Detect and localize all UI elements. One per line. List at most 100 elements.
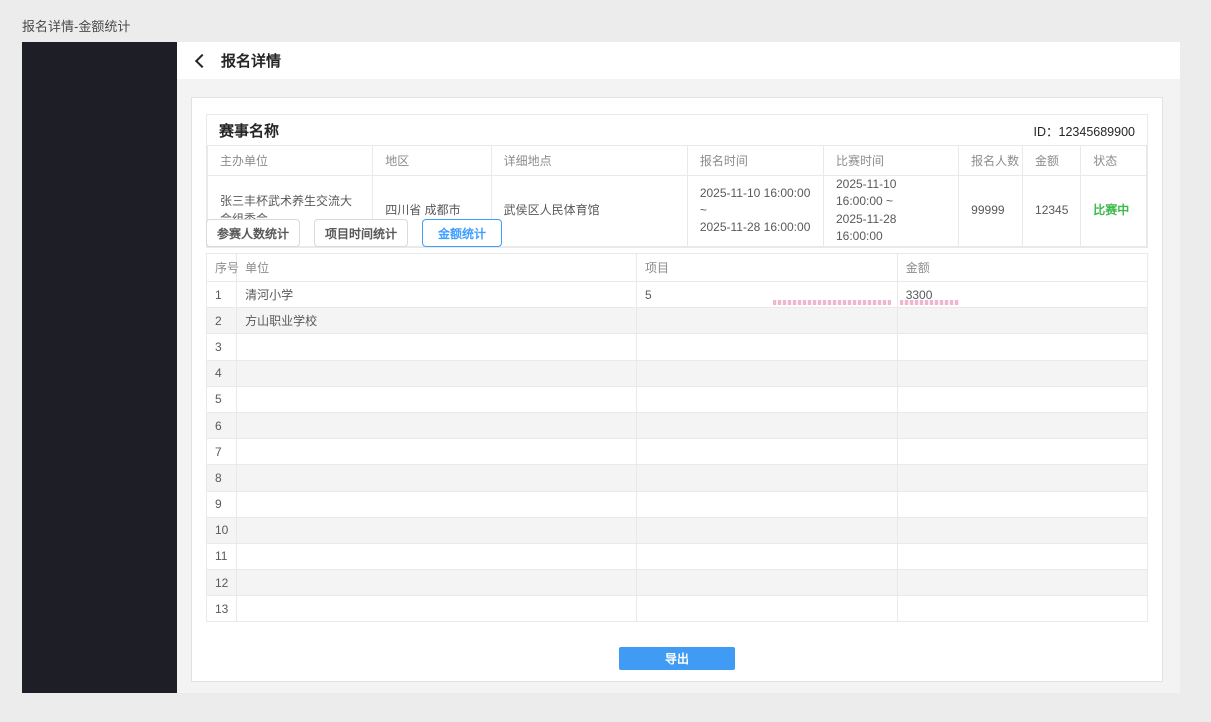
stat-tabs: 参赛人数统计 项目时间统计 金额统计 [206, 219, 502, 247]
cell-unit [237, 491, 637, 517]
event-title-row: 赛事名称 ID：12345689900 [207, 115, 1147, 145]
cell-amount [897, 334, 1147, 360]
table-row: 5 [207, 386, 1148, 412]
column-header-status: 状态 [1081, 146, 1147, 176]
cell-amount [897, 596, 1147, 622]
cell-unit [237, 596, 637, 622]
match-time-line2: 2025-11-28 16:00:00 [836, 211, 946, 246]
table-row: 4 [207, 360, 1148, 386]
cell-amount [897, 543, 1147, 569]
export-button[interactable]: 导出 [619, 647, 735, 670]
cell-amount [897, 386, 1147, 412]
column-header-amount: 金额 [1023, 146, 1081, 176]
cell-no: 9 [207, 491, 237, 517]
cell-unit [237, 439, 637, 465]
table-row: 7 [207, 439, 1148, 465]
tab-event-time-stats[interactable]: 项目时间统计 [314, 219, 408, 247]
table-row: 6 [207, 412, 1148, 438]
event-id: ID：12345689900 [1034, 121, 1135, 140]
cell-unit [237, 465, 637, 491]
cell-items [637, 360, 898, 386]
table-row: 3 [207, 334, 1148, 360]
cell-unit [237, 360, 637, 386]
cell-unit [237, 570, 637, 596]
cell-amount [897, 412, 1147, 438]
signup-time-line1: 2025-11-10 16:00:00 ~ [700, 185, 811, 220]
cell-items [637, 517, 898, 543]
cell-unit: 方山职业学校 [237, 308, 637, 334]
cell-amount [897, 308, 1147, 334]
cell-no: 4 [207, 360, 237, 386]
content-panel: 赛事名称 ID：12345689900 主办单位 地区 详细地点 [191, 97, 1163, 682]
cell-no: 3 [207, 334, 237, 360]
tab-participant-count-stats[interactable]: 参赛人数统计 [206, 219, 300, 247]
table-row: 8 [207, 465, 1148, 491]
column-header-signup-count: 报名人数 [959, 146, 1023, 176]
match-time-line1: 2025-11-10 16:00:00 ~ [836, 176, 946, 211]
column-header-signup-time: 报名时间 [687, 146, 823, 176]
table-row: 2方山职业学校 [207, 308, 1148, 334]
column-header-row-amount: 金额 [897, 254, 1147, 282]
cell-unit [237, 386, 637, 412]
cell-items [637, 543, 898, 569]
cell-no: 6 [207, 412, 237, 438]
cell-items [637, 570, 898, 596]
cell-no: 8 [207, 465, 237, 491]
cell-unit [237, 412, 637, 438]
event-signup-count: 99999 [959, 176, 1023, 247]
back-icon[interactable] [195, 53, 209, 67]
column-header-region: 地区 [373, 146, 491, 176]
cell-no: 1 [207, 282, 237, 308]
pink-annotation-segment [900, 300, 959, 305]
content-area: 赛事名称 ID：12345689900 主办单位 地区 详细地点 [177, 79, 1180, 693]
cell-items [637, 439, 898, 465]
pink-annotation-segment [773, 300, 891, 305]
cell-no: 11 [207, 543, 237, 569]
column-header-venue: 详细地点 [491, 146, 687, 176]
event-table-header-row: 主办单位 地区 详细地点 报名时间 比赛时间 报名人数 金额 状态 [208, 146, 1147, 176]
page-context-label: 报名详情-金额统计 [22, 16, 130, 35]
event-amount: 12345 [1023, 176, 1081, 247]
cell-items [637, 412, 898, 438]
cell-unit: 清河小学 [237, 282, 637, 308]
amount-stats-table: 序号 单位 项目 金额 1清河小学53300 2方山职业学校 3 4 5 6 7… [206, 253, 1148, 622]
cell-items [637, 596, 898, 622]
cell-unit [237, 334, 637, 360]
cell-amount [897, 465, 1147, 491]
cell-amount [897, 517, 1147, 543]
event-match-time: 2025-11-10 16:00:00 ~ 2025-11-28 16:00:0… [823, 176, 958, 247]
page-header: 报名详情 [177, 42, 1180, 79]
cell-no: 10 [207, 517, 237, 543]
event-name-title: 赛事名称 [219, 120, 279, 141]
event-status: 比赛中 [1081, 176, 1147, 247]
table-row: 11 [207, 543, 1148, 569]
cell-items [637, 386, 898, 412]
column-header-index: 序号 [207, 254, 237, 282]
cell-unit [237, 543, 637, 569]
cell-amount [897, 360, 1147, 386]
column-header-items: 项目 [637, 254, 898, 282]
tab-amount-stats[interactable]: 金额统计 [422, 219, 502, 247]
page-title: 报名详情 [221, 50, 281, 71]
cell-no: 2 [207, 308, 237, 334]
table-row: 10 [207, 517, 1148, 543]
cell-amount [897, 439, 1147, 465]
cell-no: 13 [207, 596, 237, 622]
cell-no: 5 [207, 386, 237, 412]
status-badge: 比赛中 [1093, 203, 1129, 217]
pink-annotation [773, 299, 959, 305]
stats-header-row: 序号 单位 项目 金额 [207, 254, 1148, 282]
event-signup-time: 2025-11-10 16:00:00 ~ 2025-11-28 16:00:0… [687, 176, 823, 247]
column-header-organizer: 主办单位 [208, 146, 373, 176]
page: 报名详情-金额统计 报名详情 赛事名称 ID：12345689900 [0, 0, 1211, 722]
column-header-match-time: 比赛时间 [823, 146, 958, 176]
cell-items [637, 491, 898, 517]
column-header-unit: 单位 [237, 254, 637, 282]
table-row: 12 [207, 570, 1148, 596]
cell-no: 7 [207, 439, 237, 465]
cell-items [637, 334, 898, 360]
cell-unit [237, 517, 637, 543]
table-row: 13 [207, 596, 1148, 622]
cell-amount [897, 491, 1147, 517]
cell-items [637, 308, 898, 334]
